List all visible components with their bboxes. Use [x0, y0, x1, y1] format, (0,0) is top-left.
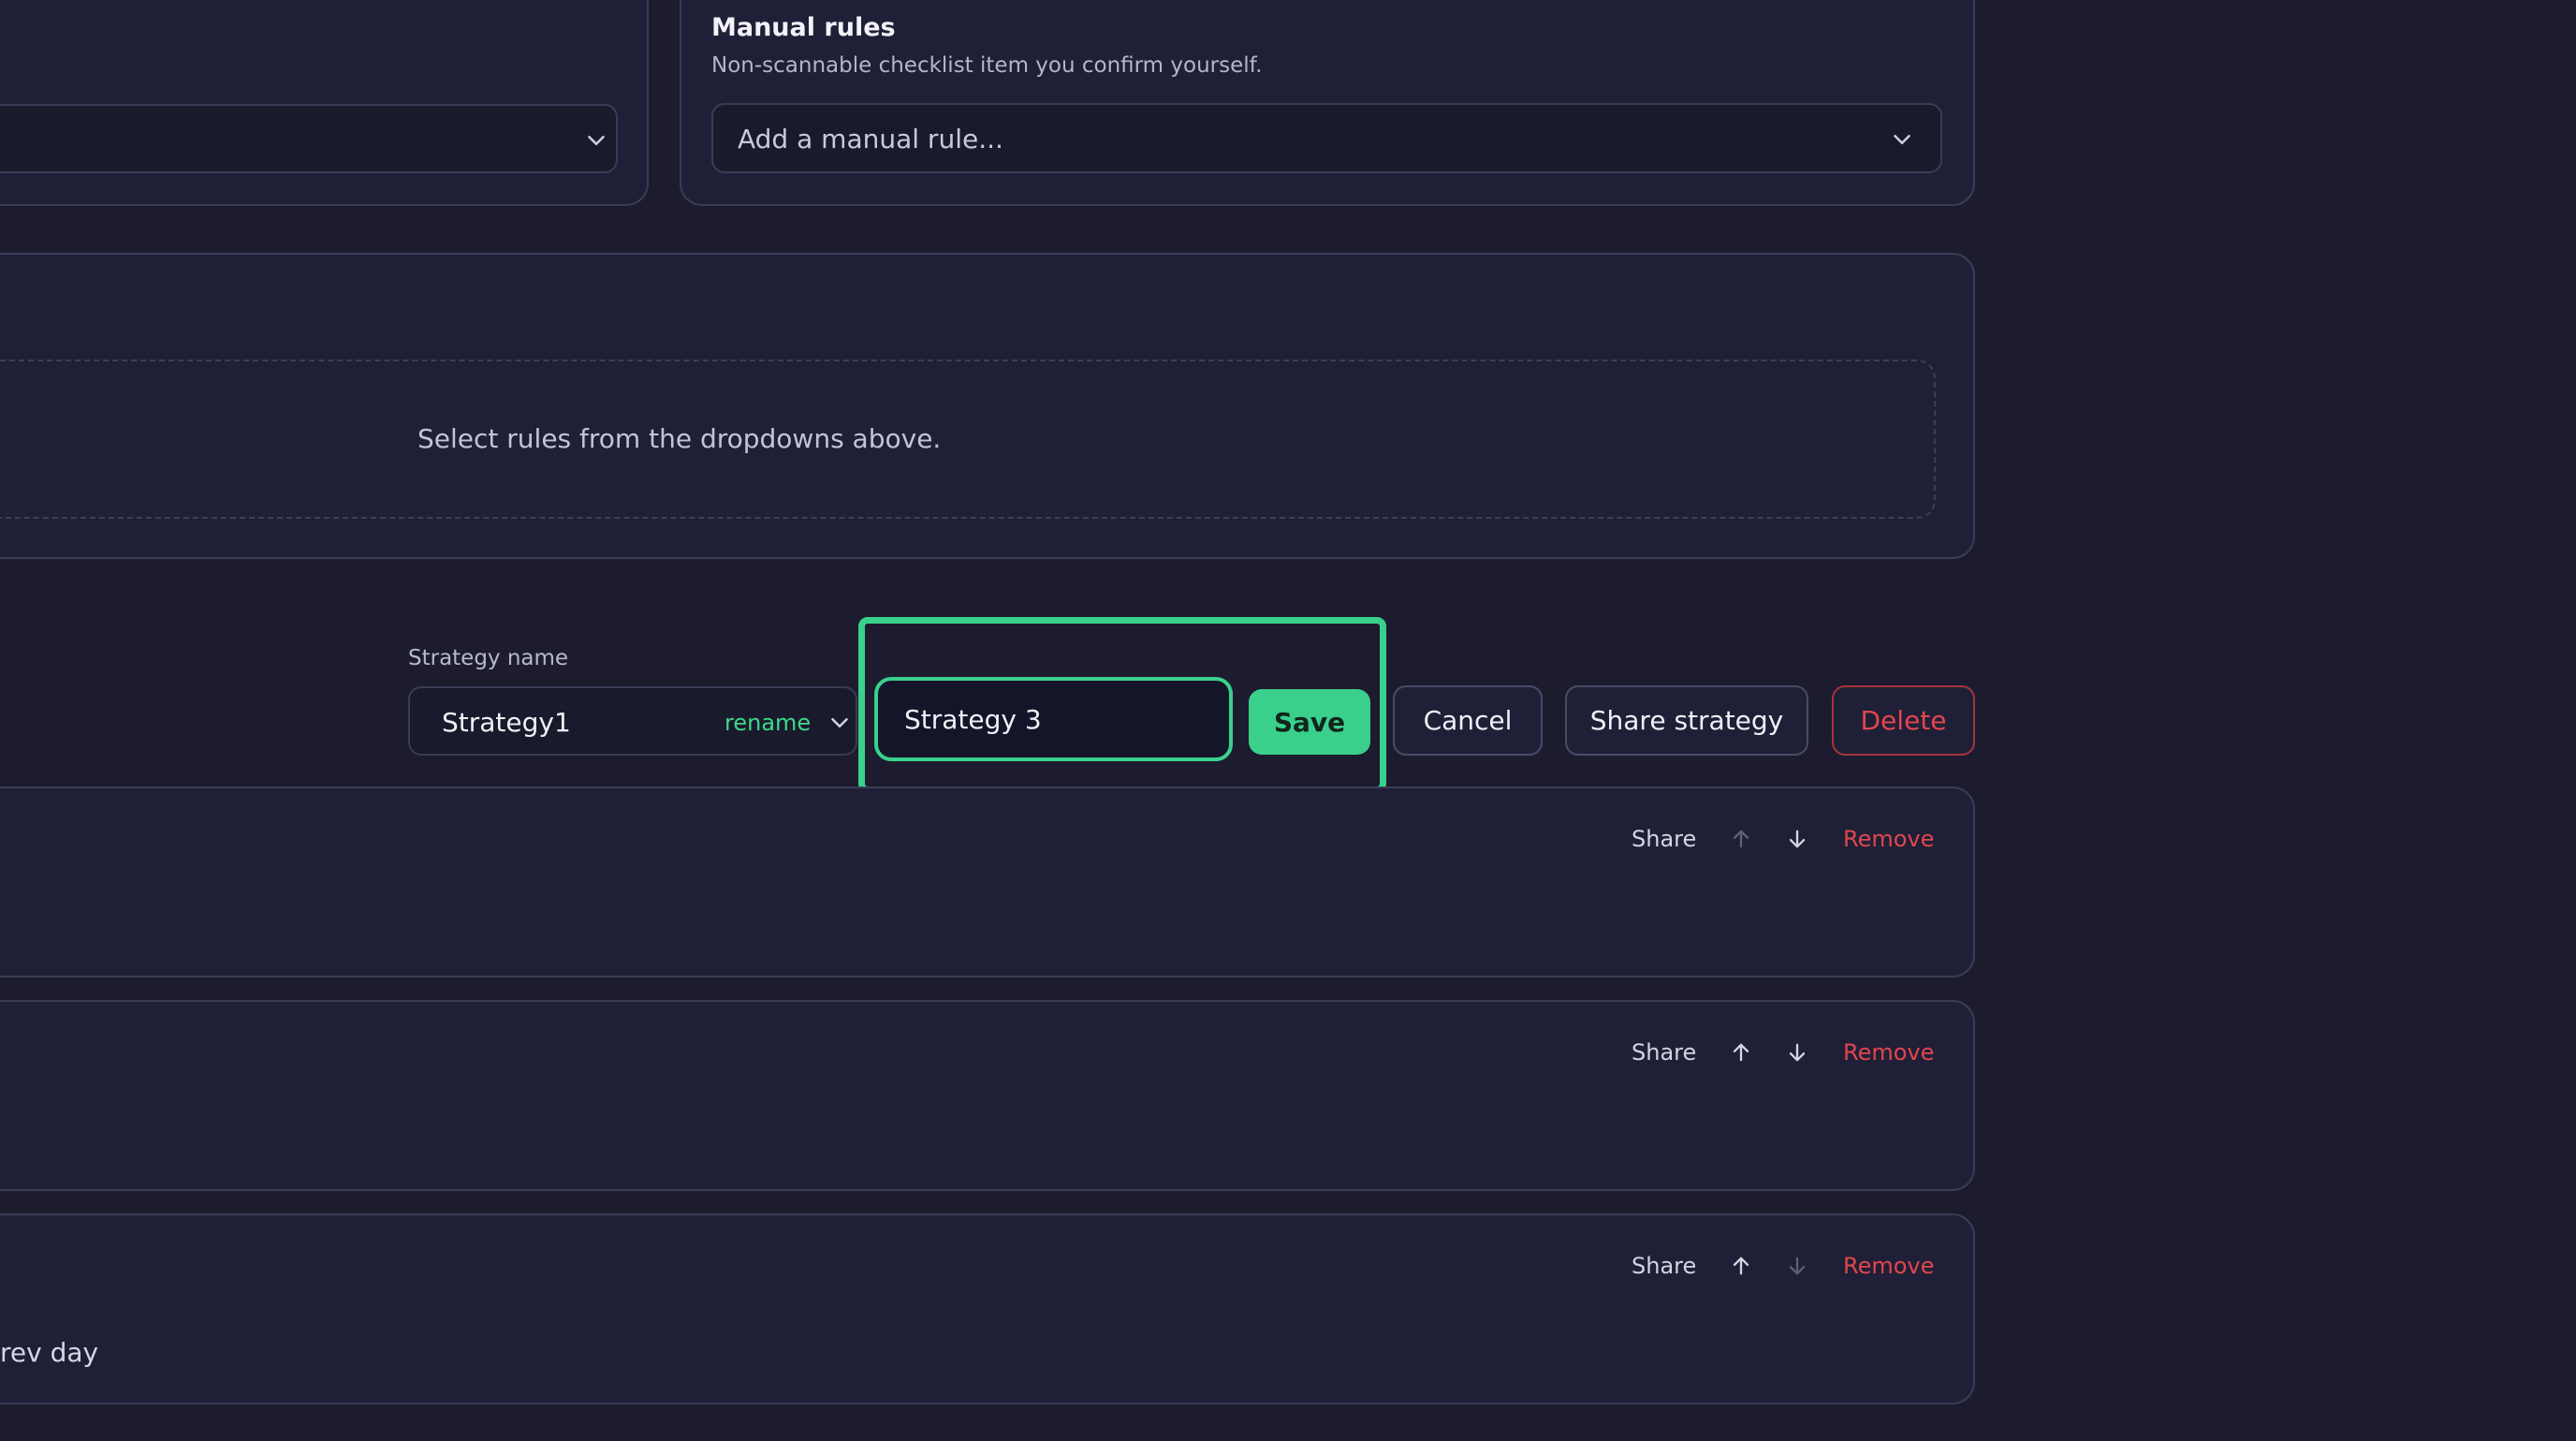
empty-rules-dropzone: [0, 360, 1936, 519]
chevron-down-icon: [826, 709, 854, 737]
arrow-up-icon[interactable]: [1728, 1253, 1754, 1279]
share-link[interactable]: Share: [1632, 826, 1696, 852]
remove-link[interactable]: Remove: [1843, 1039, 1934, 1066]
rule-row: [0, 787, 1975, 978]
manual-rule-placeholder: Add a manual rule...: [738, 124, 1003, 154]
arrow-up-icon[interactable]: [1728, 826, 1754, 852]
share-link[interactable]: Share: [1632, 1253, 1696, 1279]
rule-row: [0, 1000, 1975, 1191]
rule-row: [0, 1213, 1975, 1404]
arrow-down-icon[interactable]: [1784, 826, 1810, 852]
strategy-select[interactable]: Strategy1 rename: [408, 686, 857, 756]
chevron-down-icon: [582, 126, 610, 154]
rule-select[interactable]: [0, 104, 618, 173]
rule-row-text: rev day: [0, 1337, 99, 1368]
strategy-current-value: Strategy1: [442, 707, 571, 738]
chevron-down-icon: [1888, 125, 1916, 154]
strategy-name-label: Strategy name: [408, 646, 569, 670]
cancel-button[interactable]: Cancel: [1393, 685, 1543, 756]
page: Manual rules Non-scannable checklist ite…: [0, 0, 2576, 1441]
arrow-down-icon[interactable]: [1784, 1039, 1810, 1066]
remove-link[interactable]: Remove: [1843, 1253, 1934, 1279]
delete-button[interactable]: Delete: [1832, 685, 1975, 756]
rename-link[interactable]: rename: [724, 710, 811, 736]
strategy-name-input[interactable]: [874, 677, 1233, 761]
manual-rules-subtitle: Non-scannable checklist item you confirm…: [711, 53, 1263, 78]
share-link[interactable]: Share: [1632, 1039, 1696, 1066]
arrow-up-icon[interactable]: [1728, 1039, 1754, 1066]
rule-group-card: [0, 0, 649, 206]
share-strategy-button[interactable]: Share strategy: [1565, 685, 1808, 756]
remove-link[interactable]: Remove: [1843, 826, 1934, 852]
empty-rules-text: Select rules from the dropdowns above.: [417, 423, 942, 454]
manual-rule-select[interactable]: Add a manual rule...: [711, 103, 1942, 173]
manual-rules-title: Manual rules: [711, 13, 896, 42]
arrow-down-icon[interactable]: [1784, 1253, 1810, 1279]
save-button[interactable]: Save: [1249, 689, 1370, 755]
